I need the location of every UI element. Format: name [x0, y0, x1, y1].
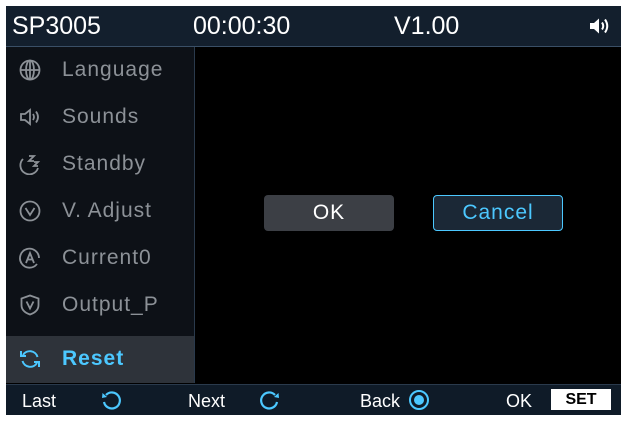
- menu-item-reset[interactable]: Reset: [6, 336, 194, 383]
- menu-item-label: Output_P: [62, 293, 159, 316]
- cancel-button[interactable]: Cancel: [433, 195, 563, 231]
- speaker-icon: [20, 108, 39, 126]
- status-bar: SP3005 00:00:30 V1.00: [6, 6, 621, 46]
- next-key-label: Next: [188, 391, 226, 411]
- model-name: SP3005: [12, 12, 101, 40]
- current-zero-icon: [19, 247, 40, 269]
- firmware-version: V1.00: [394, 12, 460, 40]
- menu-item-v-adjust[interactable]: V. Adjust: [6, 188, 194, 235]
- menu-item-label: Current0: [62, 246, 152, 269]
- ok-button[interactable]: OK: [264, 195, 394, 231]
- menu-item-standby[interactable]: Standby: [6, 141, 194, 188]
- menu-item-current0[interactable]: Current0: [6, 235, 194, 282]
- menu-item-label: Sounds: [62, 105, 140, 128]
- menu-item-label: Reset: [62, 347, 125, 370]
- menu-item-language[interactable]: Language: [6, 47, 194, 94]
- key-hint-bar: Last Next Back OK SET: [6, 384, 621, 415]
- timer-readout: 00:00:30: [193, 12, 291, 40]
- press-button-icon[interactable]: [408, 389, 430, 411]
- set-key[interactable]: SET: [551, 389, 611, 410]
- menu-item-label: Language: [62, 58, 164, 81]
- back-key-label: Back: [360, 391, 401, 411]
- voltage-adjust-icon: [19, 200, 41, 222]
- menu-item-sounds[interactable]: Sounds: [6, 94, 194, 141]
- settings-menu: Language Sounds Standby V. Adjust Curren…: [6, 47, 194, 383]
- speaker-volume-icon: [590, 18, 609, 34]
- reset-icon: [20, 350, 40, 368]
- menu-item-label: V. Adjust: [62, 199, 152, 222]
- footer-divider: [6, 384, 621, 385]
- moon-sleep-icon: [19, 155, 41, 175]
- menu-item-label: Standby: [62, 152, 147, 175]
- sidebar-divider: [194, 47, 195, 383]
- rotate-right-icon[interactable]: [259, 389, 281, 411]
- rotate-left-icon[interactable]: [100, 389, 122, 411]
- last-key-label: Last: [22, 391, 57, 411]
- menu-item-output-p[interactable]: Output_P: [6, 282, 194, 329]
- device-screen: SP3005 00:00:30 V1.00 Language Sounds St…: [6, 6, 621, 415]
- shield-v-icon: [20, 294, 40, 316]
- ok-key-label: OK: [506, 391, 533, 411]
- globe-icon: [19, 59, 41, 81]
